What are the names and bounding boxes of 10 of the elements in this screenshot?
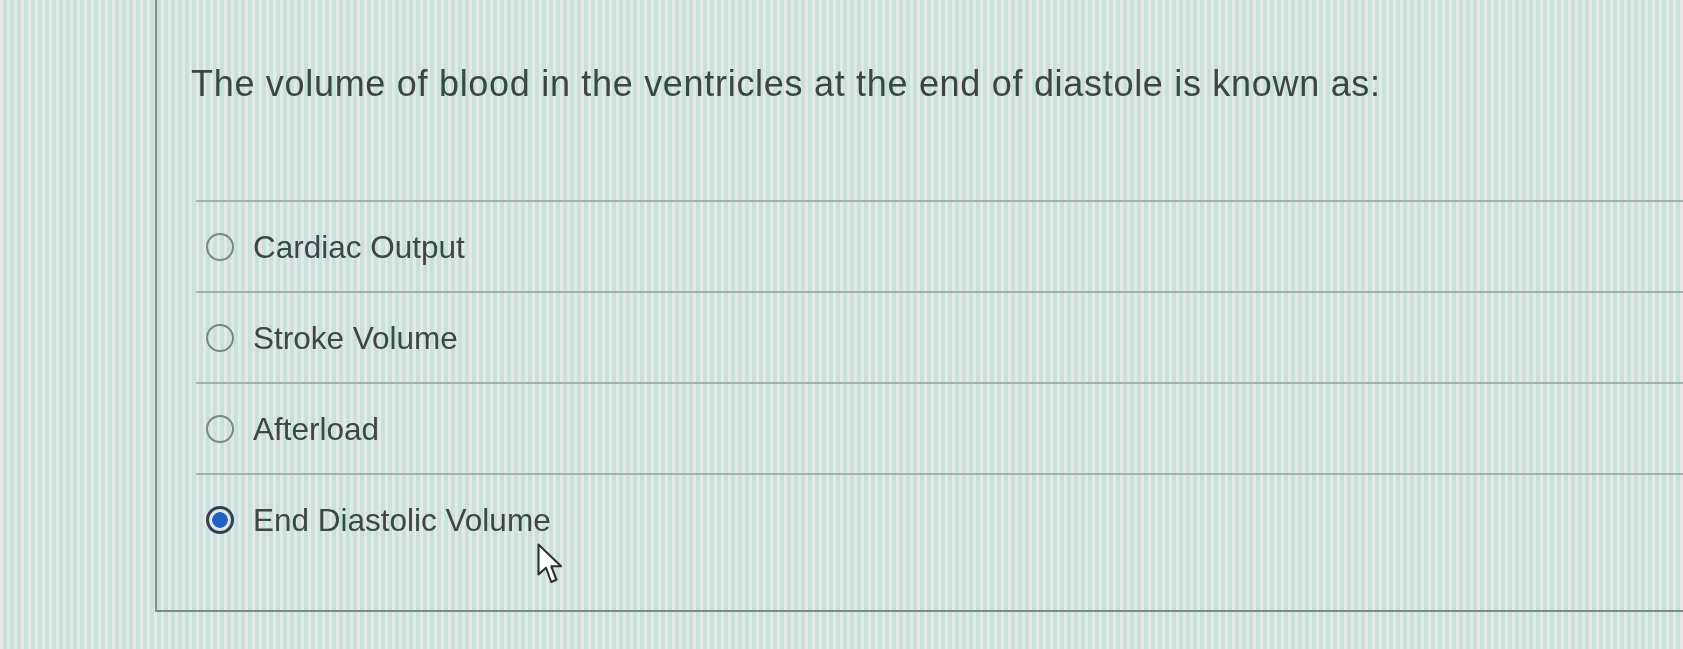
option-label[interactable]: End Diastolic Volume xyxy=(253,499,551,540)
radio-button[interactable] xyxy=(206,232,234,261)
radio-button[interactable] xyxy=(206,505,234,534)
option-label[interactable]: Afterload xyxy=(253,408,380,449)
mouse-pointer-icon xyxy=(537,543,564,585)
radio-button[interactable] xyxy=(206,323,234,352)
option-label[interactable]: Stroke Volume xyxy=(253,317,458,358)
radio-button[interactable] xyxy=(206,414,234,443)
question-text: The volume of blood in the ventricles at the end of diastole is known as: xyxy=(191,62,1382,106)
option-label[interactable]: Cardiac Output xyxy=(253,226,465,267)
